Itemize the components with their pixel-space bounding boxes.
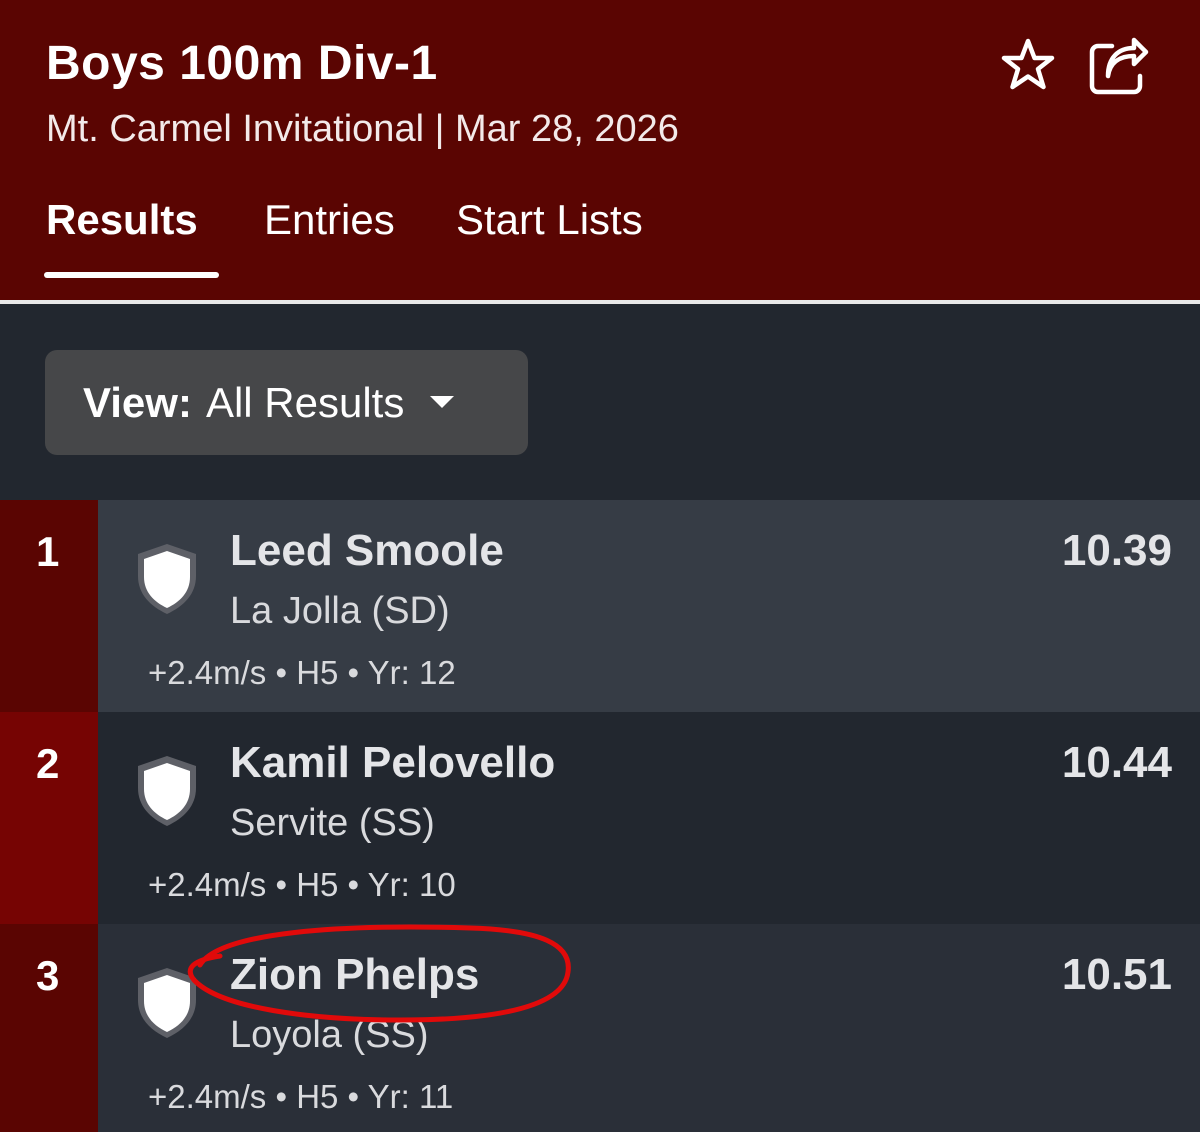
share-icon: [1089, 37, 1149, 95]
event-tabs: Results Entries Start Lists: [0, 190, 1200, 302]
place-number: 2: [36, 740, 60, 787]
athlete-school: Loyola (SS): [230, 1014, 429, 1056]
header-divider: [0, 300, 1200, 304]
result-time: 10.39: [1061, 526, 1172, 575]
active-tab-indicator: [44, 272, 219, 278]
team-shield-icon: [138, 756, 196, 826]
result-row[interactable]: 1 Leed Smoole La Jolla (SD) +2.4m/s • H5…: [0, 500, 1200, 712]
share-button[interactable]: [1086, 34, 1150, 98]
result-details: +2.4m/s • H5 • Yr: 10: [148, 866, 456, 903]
athlete-school: Servite (SS): [230, 802, 435, 844]
tab-entries[interactable]: Entries: [264, 196, 395, 244]
favorite-button[interactable]: [996, 34, 1060, 98]
athlete-name[interactable]: Kamil Pelovello: [230, 738, 555, 788]
view-filter-dropdown[interactable]: View: All Results: [45, 350, 528, 455]
view-filter-label: View:: [83, 378, 192, 426]
athlete-school: La Jolla (SD): [230, 590, 450, 632]
athlete-name[interactable]: Zion Phelps: [230, 950, 479, 1000]
result-details: +2.4m/s • H5 • Yr: 12: [148, 654, 456, 691]
result-details: +2.4m/s • H5 • Yr: 11: [148, 1078, 454, 1115]
tab-start-lists[interactable]: Start Lists: [456, 196, 643, 244]
result-time: 10.51: [1061, 950, 1172, 999]
result-time: 10.44: [1061, 738, 1172, 787]
result-row[interactable]: 3 Zion Phelps Loyola (SS) +2.4m/s • H5 •…: [0, 924, 1200, 1132]
team-shield-icon: [138, 544, 196, 614]
rank-cell: 1: [0, 500, 98, 712]
rank-cell: 2: [0, 712, 98, 924]
result-row[interactable]: 2 Kamil Pelovello Servite (SS) +2.4m/s •…: [0, 712, 1200, 924]
star-outline-icon: [1001, 38, 1055, 90]
event-header: Boys 100m Div-1 Mt. Carmel Invitational …: [0, 0, 1200, 302]
rank-cell: 3: [0, 924, 98, 1132]
place-number: 3: [36, 952, 60, 999]
athlete-name[interactable]: Leed Smoole: [230, 526, 504, 576]
results-list: 1 Leed Smoole La Jolla (SD) +2.4m/s • H5…: [0, 500, 1200, 1132]
view-filter-value: All Results: [205, 378, 405, 426]
tab-results[interactable]: Results: [46, 196, 198, 244]
team-shield-icon: [138, 968, 196, 1038]
event-subtitle: Mt. Carmel Invitational | Mar 28, 2026: [46, 108, 679, 150]
place-number: 1: [36, 528, 60, 575]
event-title: Boys 100m Div-1: [46, 37, 438, 90]
caret-down-icon: [430, 395, 455, 408]
